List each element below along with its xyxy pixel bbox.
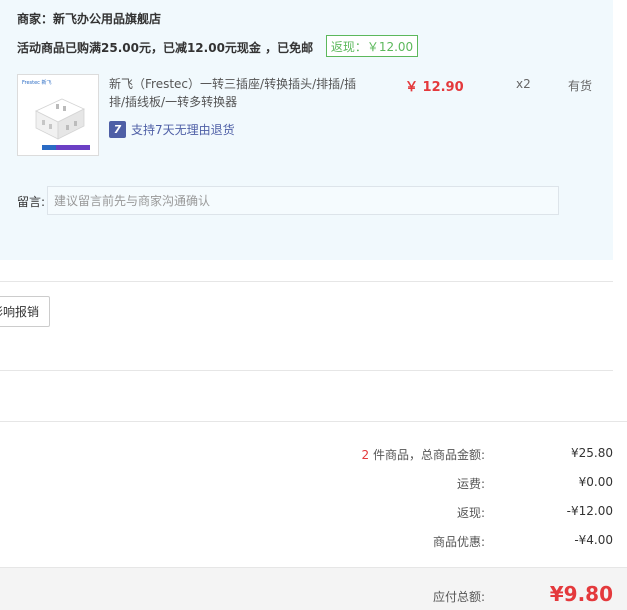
shipping-value: ¥0.00 bbox=[578, 475, 613, 489]
product-price: ￥ 12.90 bbox=[405, 80, 464, 95]
note-label: 留言: bbox=[17, 195, 46, 209]
total-value: ¥9.80 bbox=[549, 582, 613, 606]
summary-discount-row: 商品优惠: -¥4.00 bbox=[0, 533, 627, 551]
summary-subtotal-row: 2 件商品，总商品金额: ¥25.80 bbox=[0, 446, 627, 464]
product-name-link[interactable]: 新飞（Frestec）一转三插座/转换插头/排插/插排/插线板/一转多转换器 bbox=[109, 75, 369, 111]
stock-status: 有货 bbox=[568, 79, 593, 93]
invoice-button[interactable]: 影响报销 bbox=[0, 296, 50, 327]
shipping-label: 运费: bbox=[456, 477, 485, 491]
rebate-badge: 返现：￥12.00 bbox=[326, 35, 418, 57]
seven-day-return-icon: 7 bbox=[109, 121, 126, 138]
discount-label: 商品优惠: bbox=[432, 535, 485, 549]
store-order-panel: 商家：新飞办公用品旗舰店 活动商品已购满25.00元，已减12.00元现金 ，已… bbox=[0, 0, 613, 260]
divider-top bbox=[0, 281, 613, 282]
divider-middle bbox=[0, 370, 613, 371]
discount-value: -¥4.00 bbox=[574, 533, 613, 547]
summary-rebate-row: 返现: -¥12.00 bbox=[0, 504, 627, 522]
product-thumbnail[interactable]: Frestec 新飞 bbox=[17, 74, 99, 156]
item-count-suffix: 件商品，总商品金额: bbox=[369, 448, 485, 462]
return-policy-link[interactable]: 支持7天无理由退货 bbox=[131, 121, 235, 138]
power-adapter-image: Frestec 新飞 bbox=[22, 79, 90, 150]
return-icon-glyph: 7 bbox=[113, 123, 122, 136]
item-count: 2 bbox=[361, 448, 370, 462]
subtotal-label: 2 件商品，总商品金额: bbox=[362, 446, 486, 463]
merchant-line: 商家：新飞办公用品旗舰店 bbox=[17, 10, 161, 27]
summary-shipping-row: 运费: ¥0.00 bbox=[0, 475, 627, 493]
thumbnail-brand: Frestec 新飞 bbox=[22, 79, 52, 86]
note-input[interactable] bbox=[47, 186, 559, 215]
merchant-label: 商家： bbox=[17, 12, 54, 26]
subtotal-value: ¥25.80 bbox=[571, 446, 613, 460]
rebate-label: 返现: bbox=[456, 506, 485, 520]
rebate-value: -¥12.00 bbox=[566, 504, 613, 518]
total-label: 应付总额: bbox=[432, 590, 485, 604]
total-bar: 应付总额: ¥9.80 bbox=[0, 567, 627, 610]
product-quantity: x2 bbox=[516, 77, 531, 91]
merchant-name[interactable]: 新飞办公用品旗舰店 bbox=[53, 12, 161, 26]
promo-text: 活动商品已购满25.00元，已减12.00元现金 ，已免邮 bbox=[17, 41, 314, 55]
divider-summary bbox=[0, 421, 627, 422]
